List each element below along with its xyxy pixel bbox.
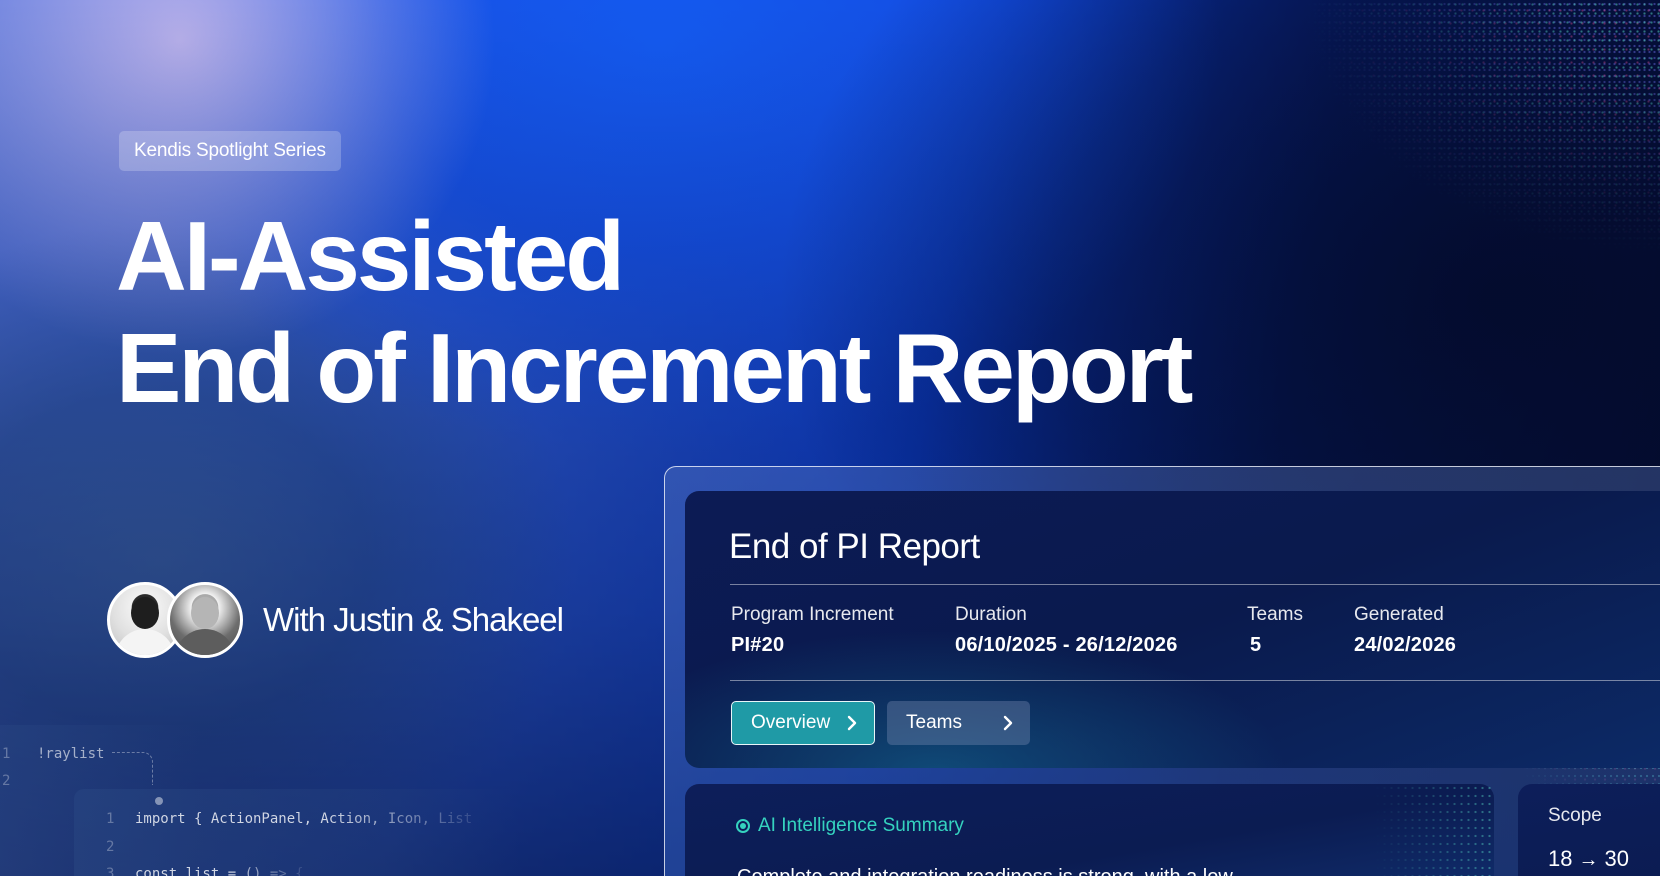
title-line-1: AI-Assisted — [116, 201, 625, 311]
meta-duration: Duration 06/10/2025 - 26/12/2026 — [955, 604, 1178, 657]
ai-summary-text: Complete and integration readiness is st… — [737, 866, 1317, 876]
tab-overview[interactable]: Overview — [731, 701, 875, 745]
avatar-body — [175, 629, 235, 655]
scope-card: Scope 18 → 30 — [1518, 784, 1660, 876]
connector-line — [112, 752, 153, 785]
line-number: 2 — [106, 839, 115, 855]
ai-summary-label: AI Intelligence Summary — [758, 815, 964, 836]
meta-label: Program Increment — [731, 604, 894, 625]
code-line: !raylist — [37, 746, 105, 762]
particle-decoration — [1200, 0, 1660, 330]
scope-value: 18 → 30 — [1548, 846, 1629, 872]
chevron-right-icon — [1003, 715, 1013, 731]
meta-value: 5 — [1250, 634, 1262, 656]
meta-value: PI#20 — [731, 634, 785, 656]
avatar-body — [115, 629, 175, 655]
report-tabs: Overview Teams — [731, 701, 1030, 745]
avatar-head — [191, 597, 219, 629]
line-number: 2 — [2, 773, 11, 789]
report-title: End of PI Report — [729, 527, 980, 566]
title-line-2: End of Increment Report — [116, 313, 1193, 423]
scope-to: 30 — [1604, 846, 1629, 871]
scope-from: 18 — [1548, 846, 1573, 871]
tab-teams[interactable]: Teams — [887, 701, 1030, 745]
tab-label: Overview — [751, 712, 831, 733]
hosts-label: With Justin & Shakeel — [263, 601, 564, 638]
code-line: const list = () => { — [135, 866, 304, 876]
code-snippet-decoration: 1 !raylist 2 1 import { ActionPanel, Act… — [0, 725, 520, 876]
line-number: 3 — [106, 866, 115, 876]
tab-label: Teams — [906, 712, 962, 733]
code-line: import { ActionPanel, Action, Icon, List — [135, 811, 480, 827]
meta-program-increment: Program Increment PI#20 — [731, 604, 894, 657]
avatar-head — [131, 597, 159, 629]
radio-dot-icon — [736, 819, 750, 833]
meta-generated: Generated 24/02/2026 — [1354, 604, 1456, 657]
divider — [730, 680, 1660, 681]
avatar-shakeel — [167, 582, 243, 658]
code-panel-inner — [74, 789, 520, 876]
hosts: With Justin & Shakeel — [107, 580, 564, 660]
ai-summary-card: AI Intelligence Summary Complete and int… — [685, 784, 1494, 876]
line-number: 1 — [106, 811, 115, 827]
series-badge: Kendis Spotlight Series — [119, 131, 341, 171]
meta-label: Generated — [1354, 604, 1444, 625]
meta-value: 24/02/2026 — [1354, 634, 1457, 656]
arrow-right-icon: → — [1578, 849, 1599, 871]
meta-label: Duration — [955, 604, 1027, 625]
ai-summary-heading: AI Intelligence Summary — [736, 815, 964, 837]
particle-decoration — [1374, 784, 1494, 876]
meta-teams: Teams 5 — [1247, 604, 1303, 657]
chevron-right-icon — [847, 715, 857, 731]
scope-label: Scope — [1548, 805, 1602, 826]
report-header-card: End of PI Report Program Increment PI#20… — [685, 491, 1660, 768]
connector-dot — [155, 797, 163, 805]
divider — [730, 584, 1660, 585]
meta-label: Teams — [1247, 604, 1303, 625]
line-number: 1 — [2, 746, 11, 762]
meta-value: 06/10/2025 - 26/12/2026 — [955, 634, 1178, 656]
page-title: AI-Assisted End of Increment Report — [116, 200, 1193, 424]
